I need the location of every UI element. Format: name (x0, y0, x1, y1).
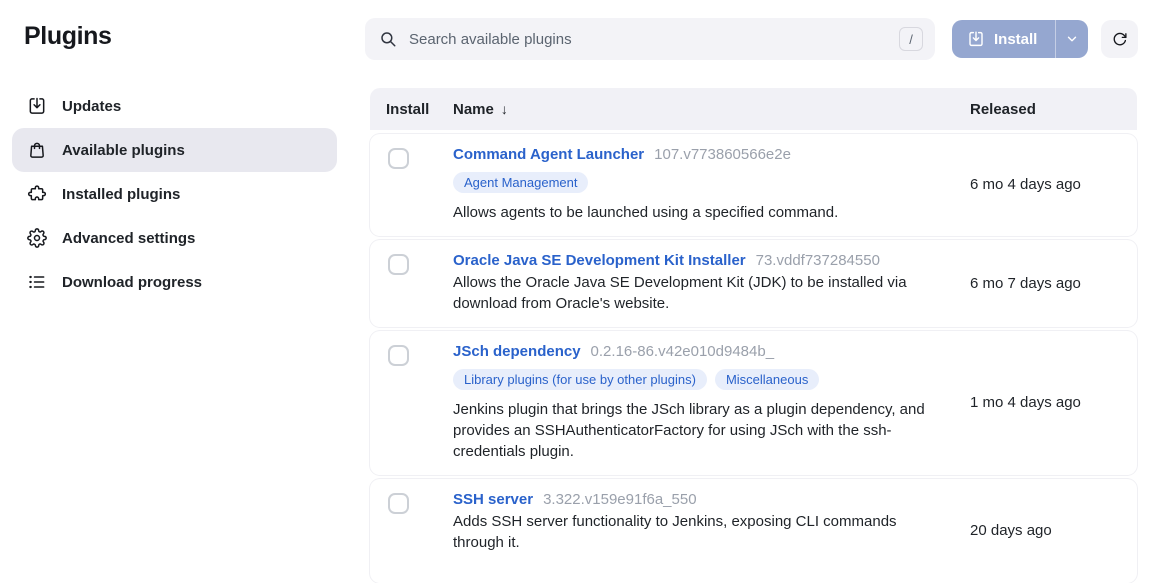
plugin-description: Adds SSH server functionality to Jenkins… (453, 513, 897, 551)
plugin-description: Allows agents to be launched using a spe… (453, 204, 839, 221)
sidebar-item-installed-plugins[interactable]: Installed plugins (12, 172, 337, 216)
shopping-bag-icon (27, 140, 47, 160)
chevron-down-icon (1068, 36, 1077, 42)
sidebar-item-download-progress[interactable]: Download progress (12, 260, 337, 304)
column-header-install: Install (386, 100, 430, 118)
page-title: Plugins (24, 22, 112, 50)
column-header-released[interactable]: Released (970, 101, 1137, 118)
plugin-tag[interactable]: Agent Management (453, 172, 589, 193)
install-split-button: Install (952, 20, 1089, 58)
table-row: Oracle Java SE Development Kit Installer… (370, 240, 1137, 327)
plugin-description: Jenkins plugin that brings the JSch libr… (453, 401, 925, 460)
plugin-version: 107.v773860566e2e (654, 146, 791, 163)
search-icon (381, 32, 396, 47)
list-icon (27, 272, 47, 292)
sidebar-item-label: Download progress (62, 273, 203, 291)
plugin-released: 1 mo 4 days ago (970, 394, 1081, 411)
plugin-released: 6 mo 7 days ago (970, 274, 1081, 292)
column-header-name[interactable]: Name ↓ (453, 101, 970, 118)
install-button[interactable]: Install (952, 20, 1056, 58)
sidebar-item-advanced-settings[interactable]: Advanced settings (12, 216, 337, 260)
sidebar: Updates Available plugins Installed plug… (12, 84, 337, 304)
plugin-version: 3.322.v159e91f6a_550 (543, 491, 697, 508)
plugin-name-link[interactable]: Oracle Java SE Development Kit Installer (453, 252, 746, 269)
plugin-name-link[interactable]: JSch dependency (453, 343, 581, 360)
install-button-label: Install (994, 30, 1038, 48)
install-checkbox[interactable] (388, 345, 409, 366)
search-shortcut-badge: / (899, 27, 923, 51)
install-checkbox[interactable] (388, 493, 409, 514)
sidebar-item-label: Updates (62, 97, 122, 115)
table-row: SSH server 3.322.v159e91f6a_550 Adds SSH… (370, 479, 1137, 583)
sidebar-item-available-plugins[interactable]: Available plugins (12, 128, 337, 172)
search-bar: / (365, 18, 935, 60)
plugin-version: 73.vddf737284550 (755, 252, 880, 269)
plugin-version: 0.2.16-86.v42e010d9484b_ (590, 343, 775, 360)
table-header: Install Name ↓ Released (370, 88, 1137, 130)
search-input[interactable] (409, 30, 899, 48)
install-options-button[interactable] (1055, 20, 1089, 58)
plugin-released: 20 days ago (970, 522, 1052, 539)
plugin-name-link[interactable]: SSH server (453, 491, 533, 508)
sidebar-item-label: Available plugins (62, 141, 185, 159)
plugin-tag[interactable]: Library plugins (for use by other plugin… (453, 369, 707, 390)
plugin-released: 6 mo 4 days ago (970, 176, 1081, 193)
sort-descending-icon: ↓ (500, 101, 508, 117)
sidebar-item-updates[interactable]: Updates (12, 84, 337, 128)
refresh-icon (1113, 32, 1127, 45)
refresh-button[interactable] (1101, 20, 1138, 58)
download-tray-icon (27, 96, 47, 116)
gear-icon (27, 228, 47, 248)
sidebar-item-label: Installed plugins (62, 185, 181, 203)
install-download-icon (969, 31, 983, 47)
install-checkbox[interactable] (388, 254, 409, 275)
table-row: Command Agent Launcher 107.v773860566e2e… (370, 134, 1137, 236)
puzzle-icon (27, 184, 47, 204)
available-plugins-table: Install Name ↓ Released Command Agent La… (370, 88, 1137, 583)
plugin-description: Allows the Oracle Java SE Development Ki… (453, 274, 907, 312)
install-checkbox[interactable] (388, 148, 409, 169)
plugin-name-link[interactable]: Command Agent Launcher (453, 146, 644, 163)
sidebar-item-label: Advanced settings (62, 229, 196, 247)
table-row: JSch dependency 0.2.16-86.v42e010d9484b_… (370, 331, 1137, 475)
plugin-tag[interactable]: Miscellaneous (714, 369, 820, 390)
